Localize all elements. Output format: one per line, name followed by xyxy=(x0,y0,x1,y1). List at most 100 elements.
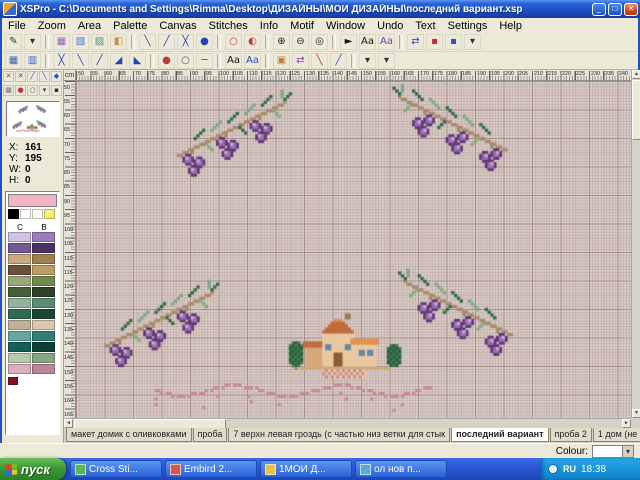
more-dropdown[interactable]: ▾ xyxy=(464,34,481,50)
taskbar-task[interactable]: Cross Sti... xyxy=(70,460,162,478)
combo-b-dropdown[interactable]: ▾ xyxy=(378,53,395,69)
circle-half-tool[interactable]: ◐ xyxy=(244,34,261,50)
knot-tool[interactable]: ● xyxy=(196,34,213,50)
circle-mini-tool[interactable]: ○ xyxy=(27,85,38,96)
menu-info[interactable]: Info xyxy=(254,20,284,32)
quick-swatch[interactable] xyxy=(20,209,31,219)
palette-swatch[interactable] xyxy=(32,364,55,374)
halfstitch-tool[interactable]: ╱ xyxy=(158,34,175,50)
stitch-backslash-tool[interactable]: ╲ xyxy=(39,71,50,82)
letter-black-button[interactable]: Aa xyxy=(225,53,242,69)
pointer-tool[interactable]: ► xyxy=(340,34,357,50)
palette-swatch[interactable] xyxy=(8,309,31,319)
tray-icon[interactable] xyxy=(548,464,558,474)
zoom-actual-button[interactable]: ◎ xyxy=(311,34,328,50)
bead-red-button[interactable]: ● xyxy=(158,53,175,69)
circle-red-tool[interactable]: ○ xyxy=(225,34,242,50)
menu-text[interactable]: Text xyxy=(409,20,441,32)
full-stitch-button[interactable]: ╳ xyxy=(53,53,70,69)
palette-swatch[interactable] xyxy=(32,265,55,275)
minimize-button[interactable]: _ xyxy=(592,3,606,16)
palette-footer-swatch[interactable] xyxy=(8,377,18,385)
palette-swatch[interactable] xyxy=(8,364,31,374)
quick-swatch[interactable] xyxy=(44,209,55,219)
zoom-in-button[interactable]: ⊕ xyxy=(273,34,290,50)
palette-swatch[interactable] xyxy=(8,232,31,242)
tab-sheet[interactable]: 7 верхн левая гроздь (с частью низ ветки… xyxy=(228,428,450,442)
horizontal-scrollbar[interactable]: ◄ ► xyxy=(64,418,631,428)
vertical-scroll-thumb[interactable] xyxy=(632,80,640,140)
taskbar-task[interactable]: ол нов п... xyxy=(355,460,447,478)
current-color-swatch[interactable] xyxy=(8,194,57,207)
vertical-scrollbar[interactable]: ▲ ▼ xyxy=(631,70,640,418)
palette-swatch[interactable] xyxy=(8,276,31,286)
pencil-dropdown[interactable]: ▾ xyxy=(24,34,41,50)
palette-swatch[interactable] xyxy=(32,276,55,286)
flip-blue-button[interactable]: ╱ xyxy=(330,53,347,69)
palette-swatch[interactable] xyxy=(32,287,55,297)
menu-zoom[interactable]: Zoom xyxy=(32,20,72,32)
palette-swatch[interactable] xyxy=(8,342,31,352)
menu-palette[interactable]: Palette xyxy=(107,20,153,32)
close-button[interactable]: ✕ xyxy=(624,3,638,16)
new-pattern-button[interactable]: ▦ xyxy=(53,34,70,50)
palette-swatch[interactable] xyxy=(8,287,31,297)
letter-blue-button[interactable]: Aa xyxy=(244,53,261,69)
stitch-slash-tool[interactable]: ╱ xyxy=(27,71,38,82)
menu-settings[interactable]: Settings xyxy=(442,20,494,32)
menu-undo[interactable]: Undo xyxy=(371,20,409,32)
grid-style-b-button[interactable]: ▥ xyxy=(24,53,41,69)
scroll-up-button[interactable]: ▲ xyxy=(632,70,640,79)
mark-red-button[interactable]: ▪ xyxy=(426,34,443,50)
print-button[interactable]: ◧ xyxy=(110,34,127,50)
palette-swatch[interactable] xyxy=(32,254,55,264)
line-dash-button[interactable]: ─ xyxy=(196,53,213,69)
open-pattern-button[interactable]: ▧ xyxy=(72,34,89,50)
bead-outline-button[interactable]: ○ xyxy=(177,53,194,69)
stitch-diamond-tool[interactable]: ◆ xyxy=(51,71,62,82)
start-button[interactable]: пуск xyxy=(0,458,66,480)
three-quarter-stitch-button[interactable]: ◣ xyxy=(129,53,146,69)
menu-motif[interactable]: Motif xyxy=(284,20,320,32)
mark-blue-button[interactable]: ▪ xyxy=(445,34,462,50)
menu-file[interactable]: File xyxy=(2,20,32,32)
palette-swatch[interactable] xyxy=(8,254,31,264)
palette-swatch[interactable] xyxy=(32,331,55,341)
stitch-cross-blue-tool[interactable]: ✕ xyxy=(15,71,26,82)
colour-dropdown[interactable]: ▾ xyxy=(592,445,634,458)
grid-mini-tool[interactable]: ▦ xyxy=(3,85,14,96)
menu-help[interactable]: Help xyxy=(493,20,528,32)
swap-colors-button[interactable]: ⇄ xyxy=(407,34,424,50)
palette-swatch[interactable] xyxy=(8,353,31,363)
palette-swatch[interactable] xyxy=(32,342,55,352)
grid-style-a-button[interactable]: ▦ xyxy=(5,53,22,69)
scroll-left-button[interactable]: ◄ xyxy=(64,419,73,428)
copy-motif-button[interactable]: ▣ xyxy=(273,53,290,69)
language-indicator[interactable]: RU xyxy=(563,464,576,474)
half-fore-stitch-button[interactable]: ╱ xyxy=(91,53,108,69)
menu-stitches[interactable]: Stitches xyxy=(203,20,254,32)
scroll-down-button[interactable]: ▼ xyxy=(632,409,640,418)
taskbar-task[interactable]: Embird 2... xyxy=(165,460,257,478)
palette-swatch[interactable] xyxy=(32,298,55,308)
palette-swatch[interactable] xyxy=(32,320,55,330)
palette-swatch[interactable] xyxy=(8,265,31,275)
tab-active-sheet[interactable]: последний вариант xyxy=(451,428,548,442)
palette-swatch[interactable] xyxy=(32,353,55,363)
palette-swatch[interactable] xyxy=(8,298,31,308)
menu-canvas[interactable]: Canvas xyxy=(153,20,202,32)
quick-swatch[interactable] xyxy=(8,209,19,219)
palette-swatch[interactable] xyxy=(32,243,55,253)
zoom-out-button[interactable]: ⊖ xyxy=(292,34,309,50)
tab-sheet[interactable]: проба 2 xyxy=(550,428,592,442)
palette-swatch[interactable] xyxy=(8,331,31,341)
palette-swatch[interactable] xyxy=(32,232,55,242)
taskbar-task[interactable]: 1МОИ Д... xyxy=(260,460,352,478)
quick-swatch[interactable] xyxy=(32,209,43,219)
tab-sheet[interactable]: проба xyxy=(193,428,228,442)
text-purple-tool[interactable]: Aa xyxy=(378,34,395,50)
menu-area[interactable]: Area xyxy=(72,20,107,32)
arrow-mini-dropdown[interactable]: ▾ xyxy=(39,85,50,96)
palette-swatch[interactable] xyxy=(8,320,31,330)
crossstitch-tool[interactable]: ╳ xyxy=(177,34,194,50)
